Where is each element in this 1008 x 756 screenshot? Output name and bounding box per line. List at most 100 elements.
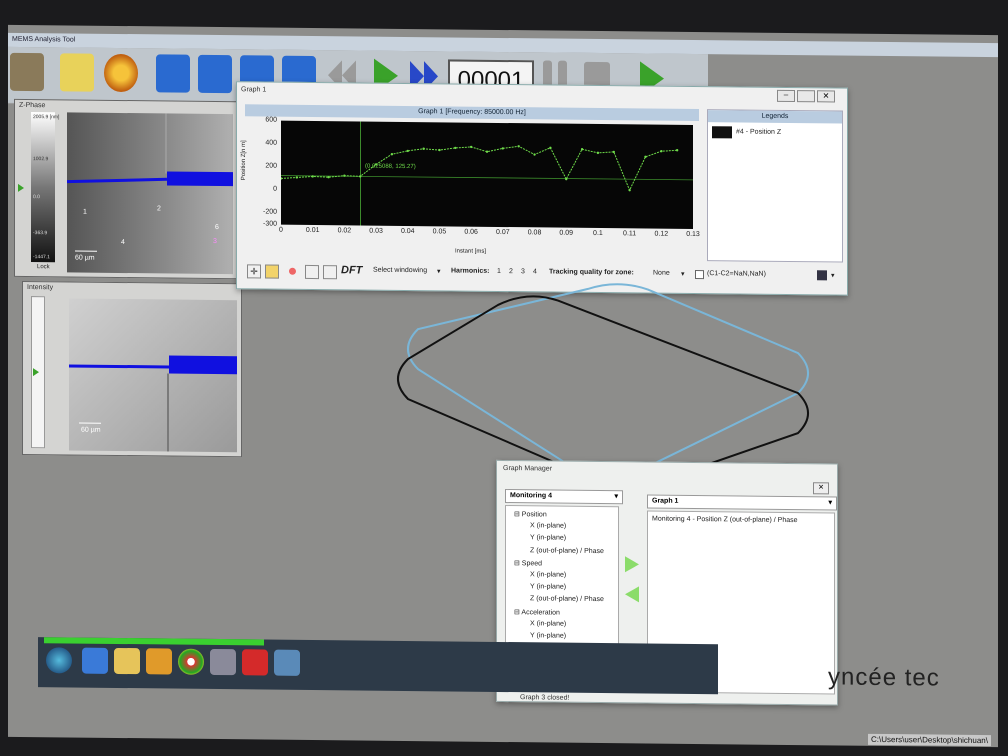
legend-title: Legends xyxy=(708,110,842,124)
close-icon[interactable]: ✕ xyxy=(817,90,835,103)
chrome-icon[interactable] xyxy=(178,648,204,675)
scale-label: -363.9 xyxy=(33,230,48,237)
line-chart xyxy=(281,120,693,229)
x-tick-label: 0.13 xyxy=(686,230,700,239)
data-point xyxy=(281,177,283,180)
x-tick-label: 0 xyxy=(279,226,283,234)
data-point xyxy=(422,147,425,150)
scalebar-label: 60 µm xyxy=(81,426,101,434)
tree-item[interactable]: Y (in-plane) xyxy=(530,535,566,542)
data-point xyxy=(295,176,299,179)
x-tick-label: 0.06 xyxy=(464,228,478,236)
harmonic-2[interactable]: 2 xyxy=(509,268,513,275)
maximize-icon[interactable] xyxy=(797,90,815,103)
tree-item[interactable]: Y (in-plane) xyxy=(530,632,566,639)
app-icon[interactable] xyxy=(210,648,236,676)
pan-icon[interactable]: ✛ xyxy=(247,264,261,279)
open-icon[interactable] xyxy=(10,52,44,92)
play-marker-icon[interactable] xyxy=(18,183,24,192)
c1c2-checkbox[interactable] xyxy=(695,270,704,280)
cursor-label: (0.025088, 125.27) xyxy=(365,163,416,171)
tree-item[interactable]: X (in-plane) xyxy=(530,620,566,627)
legend-item: #4 - Position Z xyxy=(736,128,782,136)
chevron-down-icon[interactable]: ▾ xyxy=(437,267,441,275)
x-tick-label: 0.12 xyxy=(654,230,669,238)
x-tick-label: 0.03 xyxy=(369,227,383,235)
data-point xyxy=(533,153,536,156)
minimize-icon[interactable]: – xyxy=(777,89,795,103)
file-path: C:\Users\user\Desktop\shichuan\ xyxy=(868,733,991,747)
black-outline-shape xyxy=(397,295,809,484)
arrow-left-icon[interactable] xyxy=(625,586,639,603)
data-point xyxy=(660,150,663,153)
cursor-icon[interactable] xyxy=(305,264,319,280)
export-icon[interactable] xyxy=(817,270,827,281)
marker-dot-icon[interactable] xyxy=(289,267,296,275)
add-graph-icon[interactable] xyxy=(156,54,190,93)
chevron-down-icon[interactable]: ▾ xyxy=(681,270,685,278)
tree-item[interactable]: X (in-plane) xyxy=(530,571,566,578)
source-select[interactable]: Monitoring 4 ▾ xyxy=(505,489,623,505)
crack-line xyxy=(167,373,169,452)
window-controls: – ✕ xyxy=(777,89,837,103)
folder-icon[interactable] xyxy=(114,647,140,675)
harmonic-4[interactable]: 4 xyxy=(533,268,537,275)
close-icon[interactable]: ✕ xyxy=(813,482,829,495)
dft-button[interactable]: DFT xyxy=(341,264,362,276)
mems-app-icon[interactable] xyxy=(274,649,300,676)
windows-taskbar xyxy=(38,637,718,695)
settings-graph-icon[interactable] xyxy=(198,54,232,94)
lock-icon[interactable] xyxy=(265,264,279,279)
x-tick-label: 0.07 xyxy=(496,228,510,237)
data-point xyxy=(549,146,552,149)
chevron-down-icon[interactable]: ▾ xyxy=(831,271,835,279)
status-message: Graph 3 closed! xyxy=(520,694,570,702)
tree-item[interactable]: X (in-plane) xyxy=(530,522,566,529)
intensity-panel: Intensity 60 µm xyxy=(22,280,242,458)
save-icon[interactable] xyxy=(60,53,94,92)
tree-group[interactable]: ⊟ Acceleration xyxy=(514,608,560,616)
record-icon[interactable] xyxy=(104,53,138,93)
data-point xyxy=(517,145,520,148)
measure-icon[interactable] xyxy=(323,265,337,280)
pdf-icon[interactable] xyxy=(242,649,268,676)
intensity-title: Intensity xyxy=(27,284,54,292)
tree-item[interactable]: Y (in-plane) xyxy=(530,583,566,590)
tree-group[interactable]: ⊟ Position xyxy=(514,510,547,518)
arrow-right-icon[interactable] xyxy=(625,556,639,573)
x-tick-label: 0.08 xyxy=(527,229,542,237)
media-icon[interactable] xyxy=(146,648,172,675)
chevron-down-icon[interactable]: ▾ xyxy=(614,491,618,503)
tree-group[interactable]: ⊟ Speed xyxy=(514,559,542,567)
source-select-value: Monitoring 4 xyxy=(510,492,552,500)
target-list-item[interactable]: Monitoring 4 - Position Z (out-of-plane)… xyxy=(652,516,798,525)
x-tick-label: 0.1 xyxy=(593,229,603,238)
c1c2-label: (C1-C2=NaN,NaN) xyxy=(707,270,766,278)
windowing-select[interactable]: Select windowing xyxy=(373,267,427,275)
tracking-select[interactable]: None xyxy=(653,270,670,277)
x-tick-label: 0.11 xyxy=(623,230,637,238)
x-tick-label: 0.09 xyxy=(559,229,574,237)
scale-label: 2005.9 [nm] xyxy=(33,114,60,121)
graph1-window: Graph 1 – ✕ Graph 1 [Frequency: 85000.00… xyxy=(236,81,848,296)
target-select[interactable]: Graph 1 ▾ xyxy=(647,494,837,511)
browser-icon[interactable] xyxy=(82,647,108,674)
data-point xyxy=(596,151,600,155)
harmonic-1[interactable]: 1 xyxy=(497,268,501,275)
chevron-down-icon[interactable]: ▾ xyxy=(828,497,832,509)
tree-item[interactable]: Z (out-of-plane) / Phase xyxy=(530,596,604,604)
blue-region xyxy=(167,171,233,187)
graph-manager-title: Graph Manager xyxy=(503,465,553,473)
tree-item[interactable]: Z (out-of-plane) / Phase xyxy=(530,547,604,555)
crack-line xyxy=(165,113,167,174)
marker-label: 1 xyxy=(83,208,87,216)
brand-logo: yncée tec xyxy=(828,663,940,692)
data-point xyxy=(628,188,631,192)
play-marker-icon[interactable] xyxy=(33,368,39,377)
marker-label: 3 xyxy=(213,237,217,246)
data-point xyxy=(454,146,457,150)
harmonic-3[interactable]: 3 xyxy=(521,268,525,275)
start-icon[interactable] xyxy=(46,647,72,674)
data-point xyxy=(406,149,409,153)
lock-label[interactable]: Lock xyxy=(37,264,50,270)
